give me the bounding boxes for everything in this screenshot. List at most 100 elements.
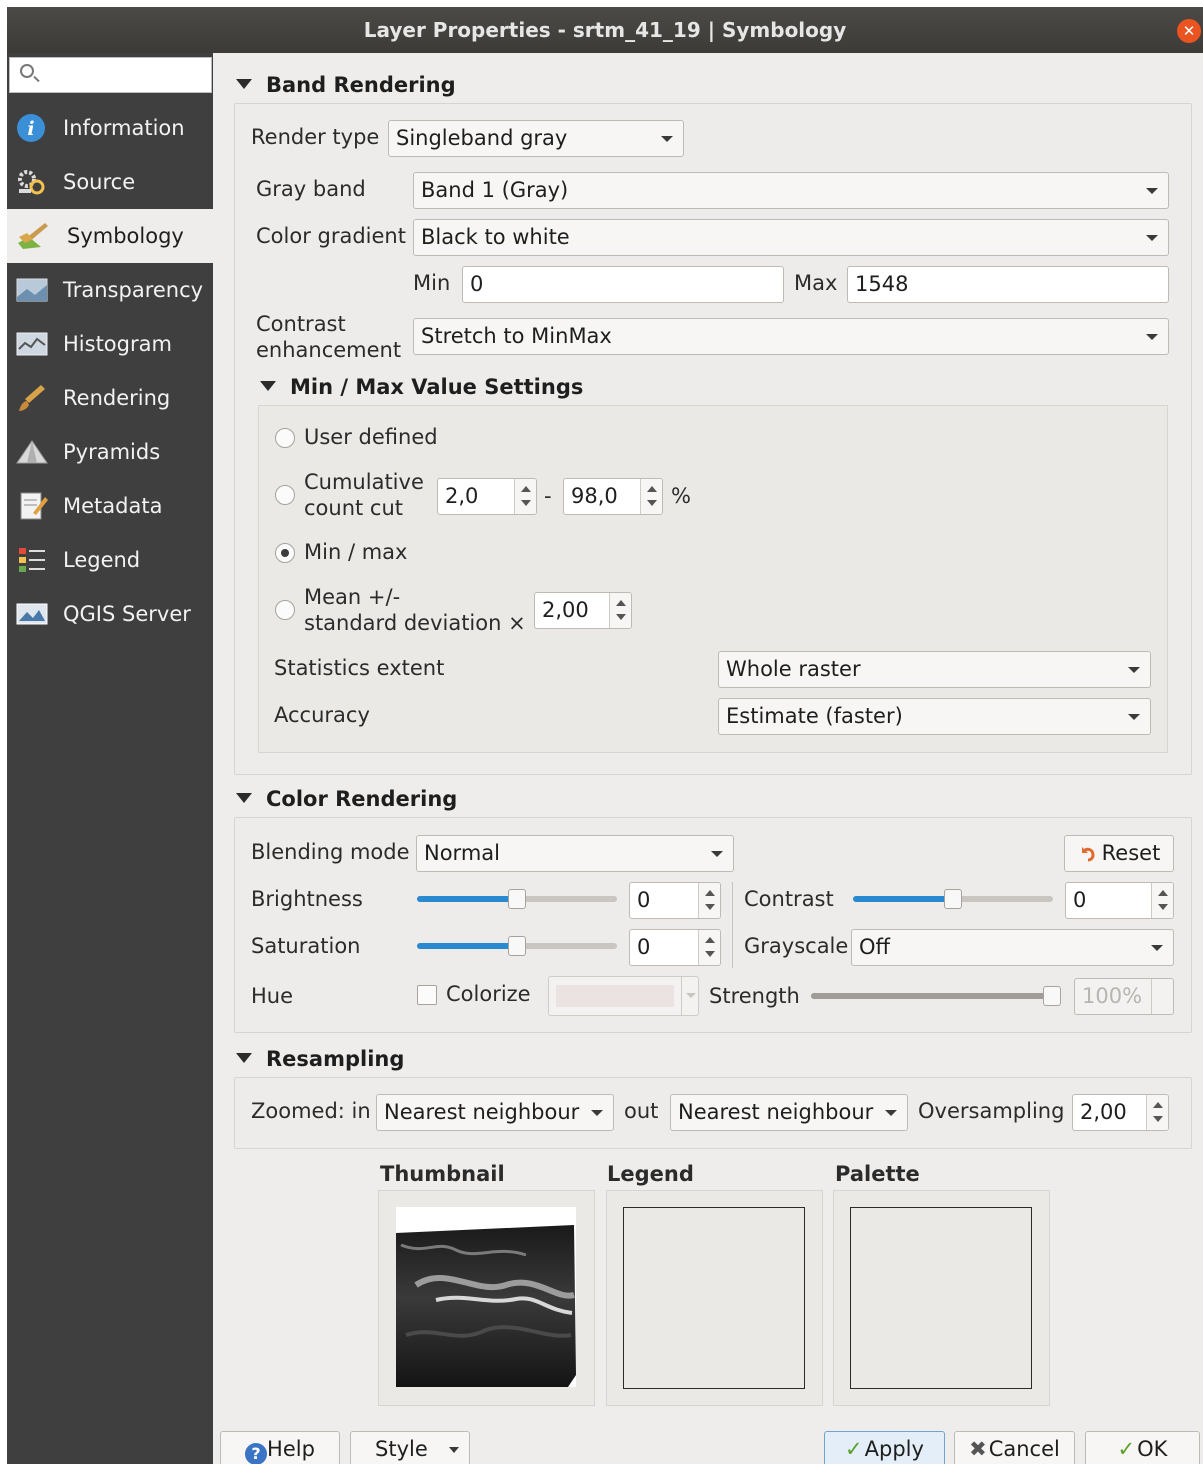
gray-band-combo[interactable]: Band 1 (Gray) (413, 172, 1169, 209)
style-menu-button[interactable]: Style (350, 1431, 470, 1464)
slider-handle[interactable] (1043, 986, 1061, 1006)
stddev-multiplier-spinbox[interactable]: 2,00 (534, 592, 632, 629)
sidebar-item-metadata[interactable]: Metadata (7, 479, 213, 533)
reset-label: Reset (1101, 841, 1161, 865)
apply-button[interactable]: ✓Apply (824, 1431, 945, 1464)
color-gradient-value: Black to white (421, 225, 570, 249)
sidebar-item-transparency[interactable]: Transparency (7, 263, 213, 317)
cumulative-high-spinbox[interactable]: 98,0 (563, 478, 663, 515)
spin-up-icon (705, 890, 715, 896)
spin-down-icon (647, 500, 657, 506)
sidebar-item-label: Transparency (63, 278, 204, 302)
sidebar-item-pyramids[interactable]: Pyramids (7, 425, 213, 479)
user-defined-radio[interactable] (275, 428, 295, 448)
mean-label-line2: standard deviation × (304, 611, 526, 635)
contrast-spinbox[interactable]: 0 (1065, 882, 1174, 919)
spinbox-buttons[interactable] (1146, 1095, 1168, 1130)
accuracy-label: Accuracy (274, 703, 370, 727)
slider-handle[interactable] (508, 889, 526, 909)
help-button[interactable]: ? Help (220, 1431, 340, 1464)
sidebar-item-qgis-server[interactable]: QGIS Server (7, 587, 213, 641)
strength-slider[interactable] (811, 986, 1061, 1006)
section-title: Band Rendering (266, 73, 456, 97)
zoomed-out-combo[interactable]: Nearest neighbour (670, 1094, 908, 1131)
chevron-down-icon (686, 993, 696, 998)
ok-label: OK (1137, 1437, 1168, 1461)
color-rendering-header[interactable]: Color Rendering (236, 787, 457, 811)
resampling-header[interactable]: Resampling (236, 1047, 404, 1071)
sidebar-item-rendering[interactable]: Rendering (7, 371, 213, 425)
zoomed-in-label: Zoomed: in (251, 1099, 371, 1123)
checkmark-icon: ✓ (845, 1437, 863, 1461)
brightness-label: Brightness (251, 887, 363, 911)
min-max-radio[interactable] (275, 543, 295, 563)
ok-button[interactable]: ✓OK (1085, 1431, 1200, 1464)
spin-up-icon (1158, 890, 1168, 896)
slider-handle[interactable] (508, 936, 526, 956)
chevron-down-icon (1128, 714, 1140, 720)
render-type-combo[interactable]: Singleband gray (388, 120, 684, 157)
saturation-spinbox[interactable]: 0 (629, 929, 721, 966)
spinbox-value: 0 (1073, 888, 1087, 912)
statistics-extent-combo[interactable]: Whole raster (718, 651, 1151, 688)
sidebar-item-legend[interactable]: Legend (7, 533, 213, 587)
spinbox-buttons[interactable] (640, 479, 662, 514)
band-rendering-header[interactable]: Band Rendering (236, 73, 456, 97)
sidebar-item-histogram[interactable]: Histogram (7, 317, 213, 371)
spinbox-buttons[interactable] (698, 883, 720, 918)
gray-band-value: Band 1 (Gray) (421, 178, 569, 202)
statistics-extent-value: Whole raster (726, 657, 861, 681)
palette-frame (850, 1207, 1032, 1389)
saturation-slider[interactable] (417, 936, 617, 956)
zoomed-out-label: out (624, 1099, 659, 1123)
colorize-color-button[interactable] (548, 976, 699, 1016)
cumulative-low-spinbox[interactable]: 2,0 (437, 478, 537, 515)
min-input[interactable]: 0 (462, 266, 784, 303)
color-swatch (556, 985, 674, 1007)
sidebar-item-label: QGIS Server (63, 602, 191, 626)
cumulative-count-cut-radio[interactable] (275, 485, 295, 505)
sidebar-item-symbology[interactable]: Symbology (7, 209, 213, 263)
strength-label: Strength (709, 984, 800, 1008)
thumbnail-image (396, 1225, 576, 1387)
mean-label-line1: Mean +/- (304, 585, 401, 609)
max-input[interactable]: 1548 (847, 266, 1169, 303)
colorize-checkbox[interactable] (417, 985, 437, 1005)
color-gradient-combo[interactable]: Black to white (413, 219, 1169, 256)
spinbox-buttons[interactable] (698, 930, 720, 965)
minmax-settings-header[interactable]: Min / Max Value Settings (260, 375, 583, 399)
histogram-icon (16, 332, 48, 356)
search-icon (20, 64, 34, 78)
sidebar-item-information[interactable]: i Information (7, 101, 213, 155)
sidebar-item-source[interactable]: Source (7, 155, 213, 209)
title-bar: Layer Properties - srtm_41_19 | Symbolog… (7, 7, 1203, 53)
zoomed-in-combo[interactable]: Nearest neighbour (376, 1094, 614, 1131)
spin-up-icon (647, 486, 657, 492)
sidebar-search-input[interactable] (9, 57, 212, 93)
mean-stddev-radio[interactable] (275, 600, 295, 620)
accuracy-value: Estimate (faster) (726, 704, 903, 728)
contrast-enhancement-value: Stretch to MinMax (421, 324, 612, 348)
reset-button[interactable]: Reset (1064, 835, 1174, 872)
cancel-button[interactable]: ✖Cancel (954, 1431, 1075, 1464)
contrast-enhancement-combo[interactable]: Stretch to MinMax (413, 318, 1169, 355)
brightness-spinbox[interactable]: 0 (629, 882, 721, 919)
grayscale-combo[interactable]: Off (851, 929, 1174, 966)
close-icon[interactable]: ✕ (1177, 19, 1201, 43)
spinbox-buttons[interactable] (609, 593, 631, 628)
spinbox-buttons[interactable] (514, 479, 536, 514)
user-defined-label: User defined (304, 425, 438, 449)
brightness-slider[interactable] (417, 889, 617, 909)
cumulative-label-line2: count cut (304, 496, 404, 520)
oversampling-spinbox[interactable]: 2,00 (1072, 1094, 1169, 1131)
sidebar-item-label: Pyramids (63, 440, 161, 464)
contrast-slider[interactable] (853, 889, 1053, 909)
slider-handle[interactable] (944, 889, 962, 909)
help-label: Help (267, 1437, 315, 1461)
spinbox-buttons[interactable] (1151, 883, 1173, 918)
cancel-label: Cancel (988, 1437, 1060, 1461)
spinbox-value: 2,00 (1080, 1100, 1127, 1124)
palette-label: Palette (835, 1162, 920, 1186)
blending-mode-combo[interactable]: Normal (416, 835, 734, 872)
accuracy-combo[interactable]: Estimate (faster) (718, 698, 1151, 735)
